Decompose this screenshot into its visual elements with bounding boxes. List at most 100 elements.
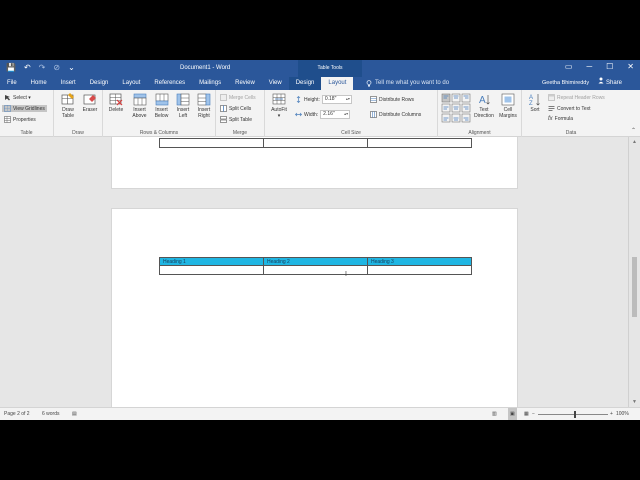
page-count[interactable]: Page 2 of 2: [4, 408, 30, 420]
title-bar: 💾 ↶ ↷ ⊘ ⌄ Document1 - Word Table Tools ▭…: [0, 60, 640, 77]
cell-margins-button[interactable]: Cell Margins: [497, 93, 519, 119]
table-cell[interactable]: [159, 138, 264, 148]
group-cell-size: AutoFit ▾ Height: 0.18" Width: 2.16" Dis…: [265, 90, 438, 137]
tab-view[interactable]: View: [262, 77, 289, 90]
group-alignment-label: Alignment: [468, 130, 491, 136]
customize-qat-icon[interactable]: ⌄: [68, 63, 75, 73]
tab-design[interactable]: Design: [83, 77, 116, 90]
autofit-dropdown-icon: ▾: [277, 113, 281, 119]
autofit-button[interactable]: AutoFit ▾: [268, 93, 290, 119]
group-merge: Merge Cells Split Cells Split Table Merg…: [216, 90, 265, 137]
column-width-icon: [295, 112, 302, 117]
view-gridlines-button[interactable]: View Gridlines: [2, 105, 47, 112]
cell-alignment-grid-icon[interactable]: [441, 93, 471, 123]
table[interactable]: Heading 1 Heading 2 Heading 3: [159, 257, 472, 275]
distribute-columns-label: Distribute Columns: [379, 111, 422, 118]
split-table-button[interactable]: Split Table: [220, 116, 252, 123]
ribbon: Select ▾ View Gridlines Properties Table…: [0, 90, 640, 137]
gridlines-icon: [4, 105, 11, 112]
read-mode-icon[interactable]: ▥: [492, 408, 497, 420]
zoom-in-icon[interactable]: +: [610, 408, 613, 420]
tab-table-layout[interactable]: Layout: [321, 77, 354, 90]
delete-label: Delete: [108, 107, 124, 113]
table-cell[interactable]: [263, 138, 368, 148]
insert-right-icon: [197, 93, 211, 106]
view-gridlines-label: View Gridlines: [13, 105, 45, 112]
merge-cells-button[interactable]: Merge Cells: [220, 94, 256, 101]
eraser-button[interactable]: Eraser: [80, 93, 100, 113]
tell-me-box[interactable]: Tell me what you want to do: [366, 77, 449, 90]
split-cells-button[interactable]: Split Cells: [220, 105, 251, 112]
tab-table-design[interactable]: Design: [288, 77, 322, 90]
table-heading-2[interactable]: Heading 2: [263, 257, 368, 266]
insert-below-button[interactable]: Insert Below: [151, 93, 172, 119]
draw-table-button[interactable]: Draw Table: [58, 93, 78, 119]
table-cell[interactable]: [367, 138, 472, 148]
sort-button[interactable]: AZ Sort: [526, 93, 544, 113]
table-page-1-remnant[interactable]: [159, 138, 472, 148]
table-header-row[interactable]: Heading 1 Heading 2 Heading 3: [159, 257, 472, 266]
convert-to-text-button[interactable]: Convert to Text: [548, 105, 591, 112]
user-name[interactable]: Geetha Bhimireddy: [542, 77, 589, 90]
collapse-ribbon-icon[interactable]: ⌃: [631, 127, 636, 134]
height-input[interactable]: 0.18": [321, 95, 352, 104]
undo-icon[interactable]: ↶: [24, 63, 31, 73]
table-cell[interactable]: [263, 265, 368, 275]
minimize-icon[interactable]: ─: [586, 62, 592, 71]
split-cells-icon: [220, 105, 227, 112]
zoom-slider-knob[interactable]: [574, 411, 576, 418]
tab-references[interactable]: References: [147, 77, 192, 90]
insert-right-button[interactable]: Insert Right: [194, 93, 214, 119]
zoom-out-icon[interactable]: −: [532, 408, 535, 420]
scrollbar-thumb[interactable]: [632, 257, 637, 317]
distribute-columns-button[interactable]: Distribute Columns: [370, 111, 421, 118]
tab-mailings[interactable]: Mailings: [192, 77, 228, 90]
save-icon[interactable]: 💾: [6, 63, 16, 73]
scroll-down-icon[interactable]: ▼: [632, 399, 637, 405]
tab-insert[interactable]: Insert: [54, 77, 83, 90]
print-layout-icon[interactable]: ▣: [508, 408, 517, 420]
close-icon[interactable]: ✕: [627, 62, 634, 71]
insert-left-button[interactable]: Insert Left: [173, 93, 193, 119]
tab-layout[interactable]: Layout: [115, 77, 147, 90]
tab-review[interactable]: Review: [228, 77, 262, 90]
table-cell[interactable]: [367, 265, 472, 275]
distribute-rows-label: Distribute Rows: [379, 96, 415, 103]
repeat-header-label: Repeat Header Rows: [557, 94, 605, 101]
table-row[interactable]: [159, 265, 472, 275]
height-label: Height:: [304, 96, 320, 103]
sort-icon: AZ: [529, 94, 540, 106]
word-count[interactable]: 6 words: [42, 408, 60, 420]
properties-button[interactable]: Properties: [4, 116, 36, 123]
lightbulb-icon: [366, 80, 372, 87]
insert-above-button[interactable]: Insert Above: [129, 93, 150, 119]
width-input[interactable]: 2.16": [320, 110, 351, 119]
disabled-command-icon[interactable]: ⊘: [53, 63, 60, 73]
zoom-level[interactable]: 100%: [616, 408, 629, 420]
split-table-label: Split Table: [229, 116, 252, 123]
table-heading-1[interactable]: Heading 1: [159, 257, 264, 266]
text-direction-button[interactable]: A Text Direction: [473, 93, 495, 119]
tab-file[interactable]: File: [0, 77, 24, 90]
web-layout-icon[interactable]: ▦: [524, 408, 529, 420]
select-button[interactable]: Select ▾: [4, 94, 31, 101]
tab-home[interactable]: Home: [24, 77, 54, 90]
distribute-rows-icon: [370, 96, 377, 103]
proofing-icon[interactable]: ▤: [72, 408, 77, 420]
height-control: Height: 0.18": [295, 95, 352, 104]
repeat-header-rows-button[interactable]: Repeat Header Rows: [548, 94, 605, 101]
formula-button[interactable]: fx Formula: [548, 116, 573, 122]
document-canvas[interactable]: Heading 1 Heading 2 Heading 3 I: [0, 137, 628, 407]
share-button[interactable]: Share: [598, 77, 622, 90]
vertical-scrollbar[interactable]: ▲ ▼: [628, 137, 640, 407]
table-heading-3[interactable]: Heading 3: [367, 257, 472, 266]
ribbon-display-icon[interactable]: ▭: [565, 62, 573, 71]
zoom-slider[interactable]: [538, 414, 608, 415]
text-direction-label: Text Direction: [474, 107, 494, 119]
scroll-up-icon[interactable]: ▲: [632, 139, 637, 145]
redo-icon[interactable]: ↷: [39, 63, 46, 73]
distribute-rows-button[interactable]: Distribute Rows: [370, 96, 414, 103]
table-cell[interactable]: [159, 265, 264, 275]
maximize-icon[interactable]: ☐: [606, 62, 613, 71]
delete-button[interactable]: Delete: [106, 93, 126, 113]
